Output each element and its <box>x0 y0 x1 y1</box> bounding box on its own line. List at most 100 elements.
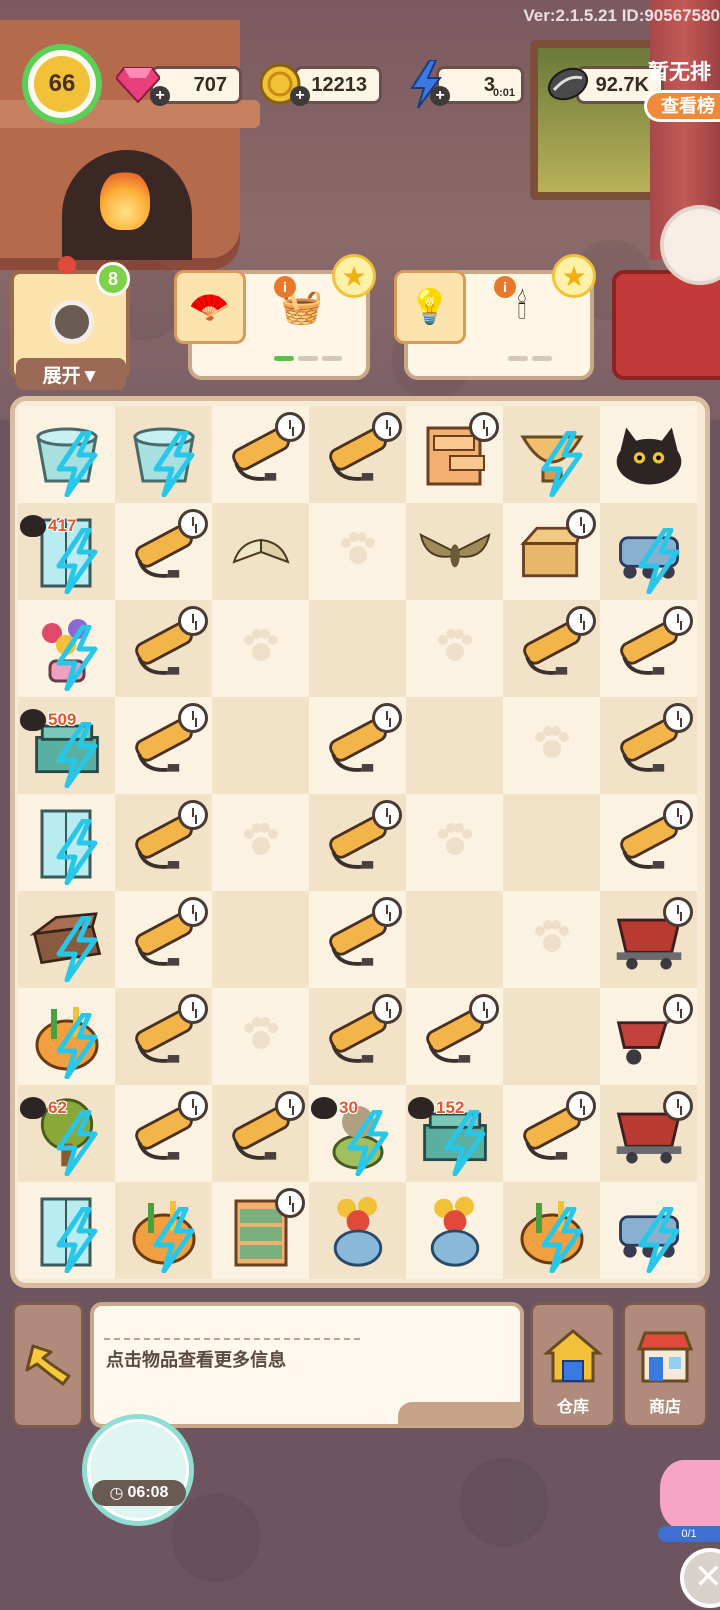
board-cell[interactable] <box>600 1182 697 1279</box>
board-cell[interactable] <box>600 1085 697 1182</box>
board-cell[interactable] <box>115 1182 212 1279</box>
board-cell[interactable] <box>115 988 212 1085</box>
board-cell[interactable] <box>18 891 115 988</box>
board-cell[interactable] <box>309 988 406 1085</box>
board-cell[interactable] <box>503 600 600 697</box>
board-cell[interactable] <box>406 600 503 697</box>
event-card[interactable] <box>612 270 720 380</box>
warehouse-button[interactable]: 仓库 <box>530 1302 616 1428</box>
board-cell[interactable] <box>18 1182 115 1279</box>
board-cell[interactable] <box>406 697 503 794</box>
add-energy-icon[interactable]: + <box>430 86 450 106</box>
board-cell[interactable] <box>406 794 503 891</box>
board-cell[interactable] <box>115 503 212 600</box>
board-cell[interactable] <box>115 697 212 794</box>
board-cell[interactable] <box>309 697 406 794</box>
board-cell[interactable] <box>600 406 697 503</box>
energy-robot-icon[interactable] <box>611 514 687 594</box>
board-cell[interactable] <box>212 1085 309 1182</box>
sunflower-seed-icon <box>546 62 590 106</box>
energy-flowers-icon[interactable] <box>29 611 105 691</box>
board-cell[interactable] <box>212 794 309 891</box>
expand-label[interactable]: 展开▼ <box>16 358 126 390</box>
board-cell[interactable] <box>406 406 503 503</box>
board-cell[interactable] <box>600 794 697 891</box>
board-cell[interactable] <box>600 697 697 794</box>
energy-robot-icon[interactable] <box>611 1193 687 1273</box>
board-cell[interactable] <box>600 503 697 600</box>
view-ranking-button[interactable]: 查看榜 <box>644 90 720 122</box>
board-cell[interactable] <box>600 891 697 988</box>
board-cell[interactable]: 30 <box>309 1085 406 1182</box>
back-arrow-button[interactable] <box>12 1302 84 1428</box>
board-cell[interactable] <box>212 697 309 794</box>
timer-clock-icon <box>469 412 499 442</box>
board-cell[interactable] <box>212 988 309 1085</box>
board-cell[interactable] <box>212 503 309 600</box>
teapot-flowers-icon[interactable] <box>320 1193 396 1269</box>
piggy-bank-icon[interactable] <box>660 1460 720 1530</box>
shop-button[interactable]: 商店 <box>622 1302 708 1428</box>
board-cell[interactable] <box>212 891 309 988</box>
board-cell[interactable] <box>18 600 115 697</box>
board-cell[interactable] <box>503 1182 600 1279</box>
board-cell[interactable] <box>309 794 406 891</box>
board-cell[interactable] <box>309 891 406 988</box>
board-cell[interactable] <box>503 1085 600 1182</box>
energy-wardrobe-icon[interactable] <box>29 1193 105 1273</box>
board-cell[interactable] <box>309 503 406 600</box>
board-cell[interactable] <box>503 891 600 988</box>
board-cell[interactable] <box>503 794 600 891</box>
board-cell[interactable] <box>115 794 212 891</box>
timer-clock-icon <box>372 800 402 830</box>
event-timer-bubble[interactable] <box>82 1414 194 1526</box>
board-cell[interactable]: 509 <box>18 697 115 794</box>
board-cell[interactable] <box>115 891 212 988</box>
board-cell[interactable]: 417 <box>18 503 115 600</box>
energy-bucket-icon[interactable] <box>126 417 202 497</box>
board-cell[interactable] <box>309 1182 406 1279</box>
board-cell[interactable] <box>18 794 115 891</box>
cat-counter-tag: 152 <box>408 1095 464 1121</box>
board-cell[interactable] <box>503 988 600 1085</box>
board-cell[interactable] <box>503 697 600 794</box>
board-cell[interactable] <box>503 406 600 503</box>
info-icon[interactable]: i <box>274 276 296 298</box>
energy-pot-icon[interactable] <box>29 999 105 1079</box>
board-cell[interactable] <box>406 1182 503 1279</box>
board-cell[interactable] <box>212 406 309 503</box>
board-cell[interactable] <box>18 988 115 1085</box>
board-cell[interactable] <box>115 600 212 697</box>
energy-bucket-icon[interactable] <box>29 417 105 497</box>
info-icon[interactable]: i <box>494 276 516 298</box>
energy-pot-icon[interactable] <box>126 1193 202 1273</box>
board-cell[interactable] <box>600 988 697 1085</box>
board-cell[interactable] <box>212 1182 309 1279</box>
energy-wardrobe-icon[interactable] <box>29 805 105 885</box>
board-cell[interactable] <box>406 503 503 600</box>
board-cell[interactable] <box>600 600 697 697</box>
energy-bowl-icon[interactable] <box>514 417 590 497</box>
board-cell[interactable] <box>115 406 212 503</box>
board-cell[interactable] <box>406 988 503 1085</box>
board-cell[interactable] <box>212 600 309 697</box>
board-cell[interactable] <box>309 406 406 503</box>
energy-suitcase-icon[interactable] <box>29 902 105 982</box>
add-gems-icon[interactable]: + <box>150 86 170 106</box>
black-cat-icon[interactable] <box>611 417 687 493</box>
seeds-value: 92.7K <box>595 73 649 96</box>
energy-pot-icon[interactable] <box>514 1193 590 1273</box>
add-coins-icon[interactable]: + <box>290 86 310 106</box>
moth-small-icon[interactable] <box>223 514 299 590</box>
moth-icon[interactable] <box>417 514 493 590</box>
board-cell[interactable] <box>406 891 503 988</box>
board-cell[interactable] <box>503 503 600 600</box>
player-level-badge[interactable]: 66 <box>22 44 102 124</box>
timer-clock-icon <box>566 606 596 636</box>
board-cell[interactable] <box>18 406 115 503</box>
board-cell[interactable]: 152 <box>406 1085 503 1182</box>
teapot-flowers-icon[interactable] <box>417 1193 493 1269</box>
board-cell[interactable] <box>309 600 406 697</box>
board-cell[interactable]: 62 <box>18 1085 115 1182</box>
board-cell[interactable] <box>115 1085 212 1182</box>
